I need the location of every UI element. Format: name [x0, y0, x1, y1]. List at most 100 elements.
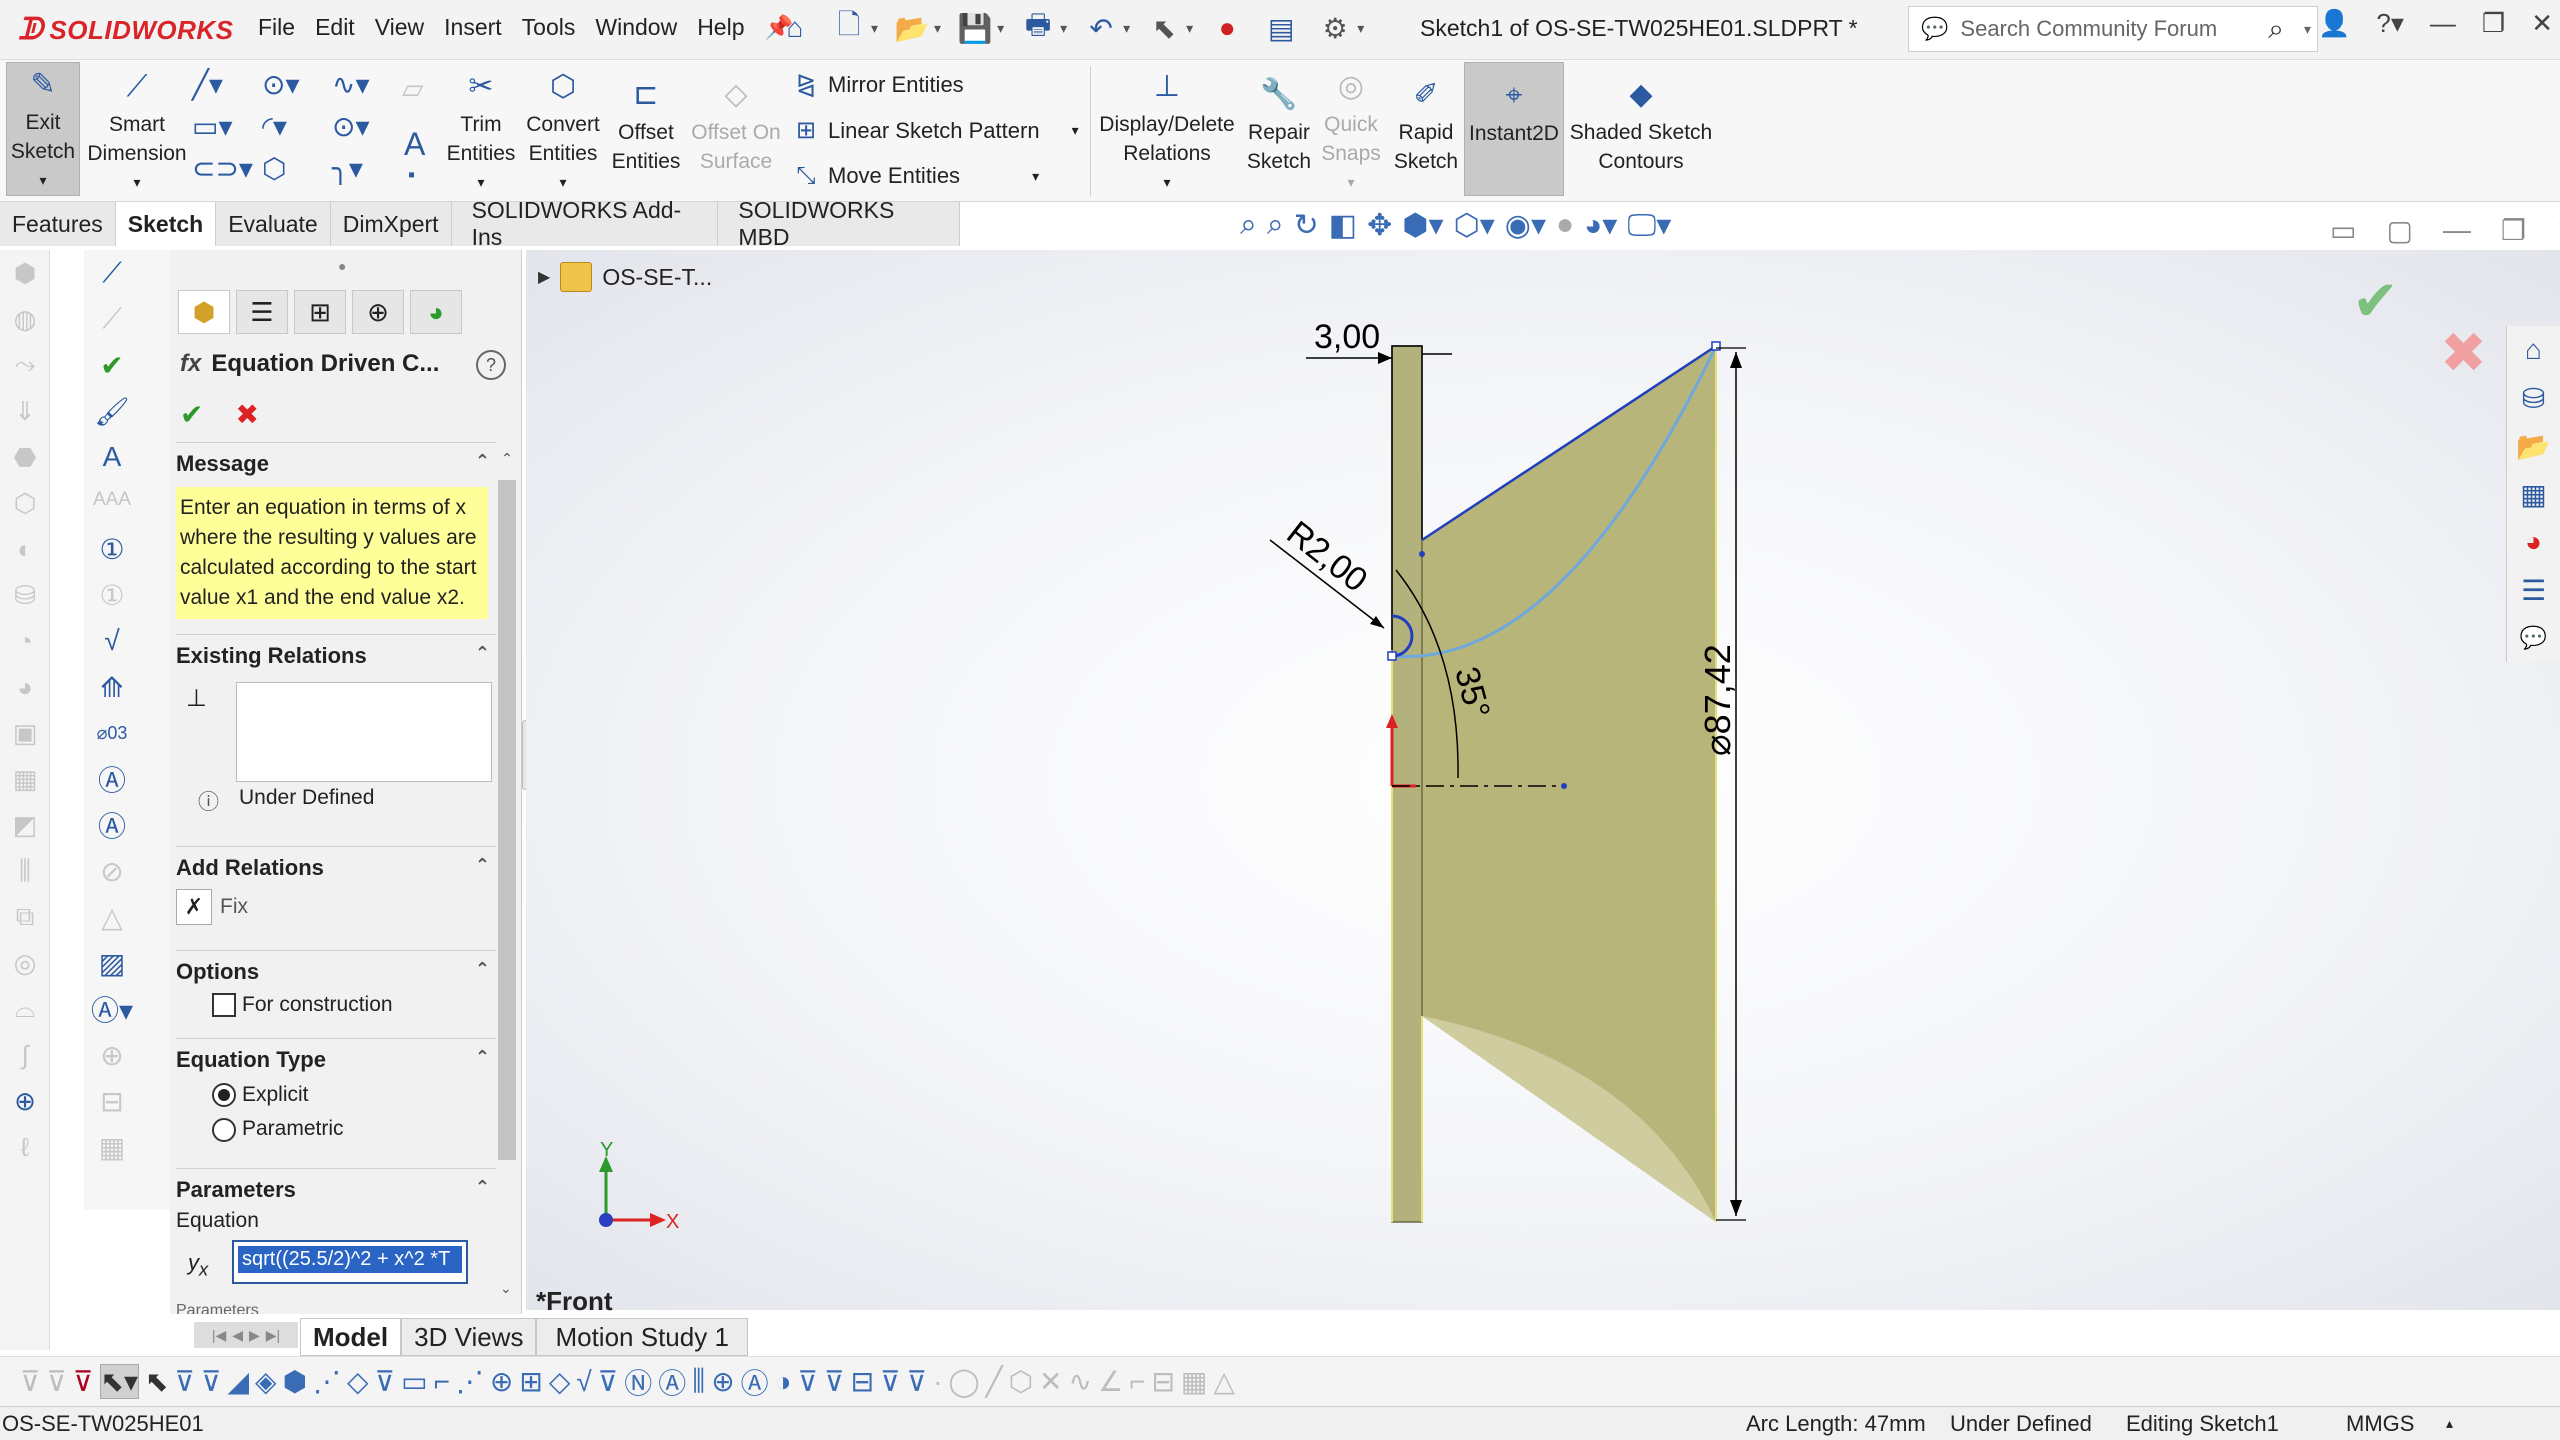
display-style-icon[interactable]: ⬡▾ [1454, 208, 1495, 243]
filter-faces-icon[interactable]: ◢ [227, 1365, 249, 1398]
dim-diameter-text[interactable]: ⌀87,42 [1697, 644, 1738, 756]
tab-scroll-buttons[interactable]: |◀ ◀ ▶ ▶| [194, 1322, 298, 1348]
help-icon[interactable]: ? [476, 350, 506, 380]
fillet-icon[interactable]: ╮▾ [332, 152, 402, 194]
feature-manager-tab-icon[interactable]: ⬢ [178, 290, 230, 334]
filter-datum-targets-icon[interactable]: ⫼ [692, 1365, 705, 1398]
filter-sketch-points-icon[interactable]: ⊽ [375, 1365, 396, 1398]
hide-show-items-icon[interactable]: ◉▾ [1505, 208, 1546, 243]
equation-input[interactable]: sqrt((25.5/2)^2 + x^2 *T [232, 1240, 468, 1284]
filter-mid-surface-icon[interactable]: ⊽ [880, 1365, 901, 1398]
spline-icon[interactable]: ∿▾ [332, 68, 402, 110]
convert-caret-icon[interactable]: ▾ [559, 168, 566, 197]
linear-sketch-pattern-button[interactable]: ⊞ Linear Sketch Pattern ▾ [792, 116, 1079, 145]
cancel-x-icon[interactable]: ✖ [235, 398, 258, 431]
zoom-to-fit-icon[interactable]: ⌕ [1240, 208, 1257, 243]
select-arrow-icon[interactable]: ⬉ [1144, 8, 1184, 48]
status-units[interactable]: MMGS [2346, 1411, 2414, 1437]
menu-insert[interactable]: Insert [444, 14, 502, 41]
ok-check-icon[interactable]: ✔ [180, 398, 203, 431]
flyout-feature-tree[interactable]: ▶ OS-SE-T... [538, 262, 712, 292]
filter-sketch-segments-icon[interactable]: ▭ [401, 1365, 427, 1398]
tab-evaluate[interactable]: Evaluate [216, 202, 331, 246]
trim-caret-icon[interactable]: ▾ [477, 168, 484, 197]
new-caret-icon[interactable]: ▾ [871, 20, 878, 37]
appearances-icon[interactable]: ◕ [2507, 518, 2560, 566]
mirror-entities-button[interactable]: ⧎ Mirror Entities [792, 70, 964, 99]
instant2d-button[interactable]: ⌖ Instant2D [1464, 62, 1564, 196]
viewport-minimize-icon[interactable]: — [2443, 214, 2471, 247]
balloon-icon[interactable]: ① [84, 526, 140, 572]
smart-dimension-strip-icon[interactable]: ⟋ [84, 250, 140, 296]
circle-icon[interactable]: ⊙▾ [262, 68, 332, 110]
line-icon[interactable]: ╱▾ [192, 68, 262, 110]
convert-entities-button[interactable]: ⬡ Convert Entities ▾ [520, 64, 606, 197]
filter-blocks-icon[interactable]: Ⓐ [741, 1362, 769, 1402]
menu-window[interactable]: Window [595, 14, 677, 41]
community-search-box[interactable]: 💬 Search Community Forum ⌕ ▾ [1908, 6, 2318, 52]
spell-check-icon[interactable]: ✔ [84, 342, 140, 388]
options-caret-icon[interactable]: ▾ [1357, 20, 1364, 37]
help-icon[interactable]: ?▾ [2376, 8, 2404, 39]
view-orientation-icon[interactable]: ⬢▾ [1402, 208, 1443, 243]
block-icon[interactable]: Ⓐ▾ [84, 986, 140, 1032]
last-tab-icon[interactable]: ▶| [266, 1327, 280, 1344]
shaded-sketch-contours-button[interactable]: ◆ Shaded Sketch Contours [1566, 72, 1716, 176]
display-manager-tab-icon[interactable]: ◕ [410, 290, 462, 334]
expand-triangle-icon[interactable]: ▶ [538, 267, 550, 287]
sketch-vertex[interactable] [1419, 551, 1425, 557]
confirm-corner-cancel-icon[interactable]: ✖ [2440, 320, 2487, 386]
move-caret-icon[interactable]: ▾ [1032, 168, 1039, 185]
minimize-icon[interactable]: — [2430, 8, 2456, 39]
apply-scene-icon[interactable]: ◕▾ [1584, 208, 1617, 243]
sketch-drawing[interactable]: 3,00 R2,00 35° ⌀87,42 Y X [526, 250, 2560, 1310]
filter-midpoints-icon[interactable]: ⌐ [434, 1366, 450, 1398]
reference-geometry-icon[interactable]: ⊕ [0, 1078, 50, 1124]
filter-weld-icon[interactable]: Ⓐ [658, 1362, 686, 1402]
property-manager-tab-icon[interactable]: ☰ [236, 290, 288, 334]
point-icon[interactable]: ▪ [408, 164, 415, 187]
hexagon-icon[interactable]: ⬡ [262, 152, 332, 194]
filter-spot-weld-icon[interactable]: ⊟ [851, 1365, 874, 1398]
home-icon[interactable]: ⌂ [775, 8, 815, 48]
options-gear-icon[interactable]: ⚙ [1315, 8, 1355, 48]
filter-routing-icon[interactable]: ⊽ [824, 1365, 845, 1398]
save-caret-icon[interactable]: ▾ [997, 20, 1004, 37]
close-icon[interactable]: ✕ [2531, 8, 2553, 39]
equation-type-header[interactable]: Equation Type ⌃ [176, 1038, 496, 1077]
viewport-restore-icon[interactable]: ❐ [2501, 214, 2526, 247]
polygon-icon[interactable]: ⊙▾ [332, 110, 402, 152]
rebuild-traffic-light-icon[interactable]: ● [1207, 8, 1247, 48]
filter-cross-icon[interactable]: ⊽ [907, 1365, 928, 1398]
tab-features[interactable]: Features [0, 202, 116, 246]
search-icon[interactable]: ⌕ [2268, 13, 2284, 46]
design-library-icon[interactable]: ⛁ [2507, 374, 2560, 422]
collapse-chevron-icon[interactable]: ⌃ [475, 451, 490, 477]
parameters-header[interactable]: Parameters ⌃ [176, 1168, 496, 1207]
collapse-chevron-icon[interactable]: ⌃ [475, 855, 490, 881]
rectangle-icon[interactable]: ▭▾ [192, 110, 262, 152]
smart-dimension-caret-icon[interactable]: ▾ [133, 168, 140, 197]
scroll-down-icon[interactable]: ⌄ [500, 1280, 512, 1297]
tab-sketch[interactable]: Sketch [115, 202, 217, 246]
view-settings-icon[interactable]: 🖵▾ [1627, 208, 1671, 243]
format-painter-icon[interactable]: 🖌 [84, 388, 140, 434]
filter-dimensions-icon[interactable]: ⊞ [519, 1365, 542, 1398]
filter-center-marks-icon[interactable]: ⋰ [456, 1365, 484, 1398]
scroll-up-icon[interactable]: ⌃ [492, 450, 522, 467]
explicit-radio[interactable]: Explicit [176, 1083, 496, 1108]
filter-edges-icon[interactable]: ⊽ [201, 1365, 222, 1398]
filter-select-all-icon[interactable]: ⊽ [73, 1365, 94, 1398]
relations-caret-icon[interactable]: ▾ [1163, 168, 1170, 197]
slot-icon[interactable]: ⊂⊃▾ [192, 152, 262, 194]
message-header[interactable]: Message ⌃ [176, 442, 496, 481]
filter-surface-bodies-icon[interactable]: ◈ [255, 1365, 277, 1398]
rapid-sketch-button[interactable]: ✐ Rapid Sketch [1390, 72, 1462, 176]
edit-appearance-icon[interactable]: ● [1556, 208, 1574, 243]
collapse-chevron-icon[interactable]: ⌃ [475, 1177, 490, 1203]
menu-file[interactable]: File [258, 14, 295, 41]
datum-feature-icon[interactable]: Ⓐ [84, 802, 140, 848]
hatch-icon[interactable]: ▨ [84, 940, 140, 986]
select-tool-icon[interactable]: ⬉▾ [99, 1364, 140, 1399]
undo-icon[interactable]: ↶ [1081, 8, 1121, 48]
